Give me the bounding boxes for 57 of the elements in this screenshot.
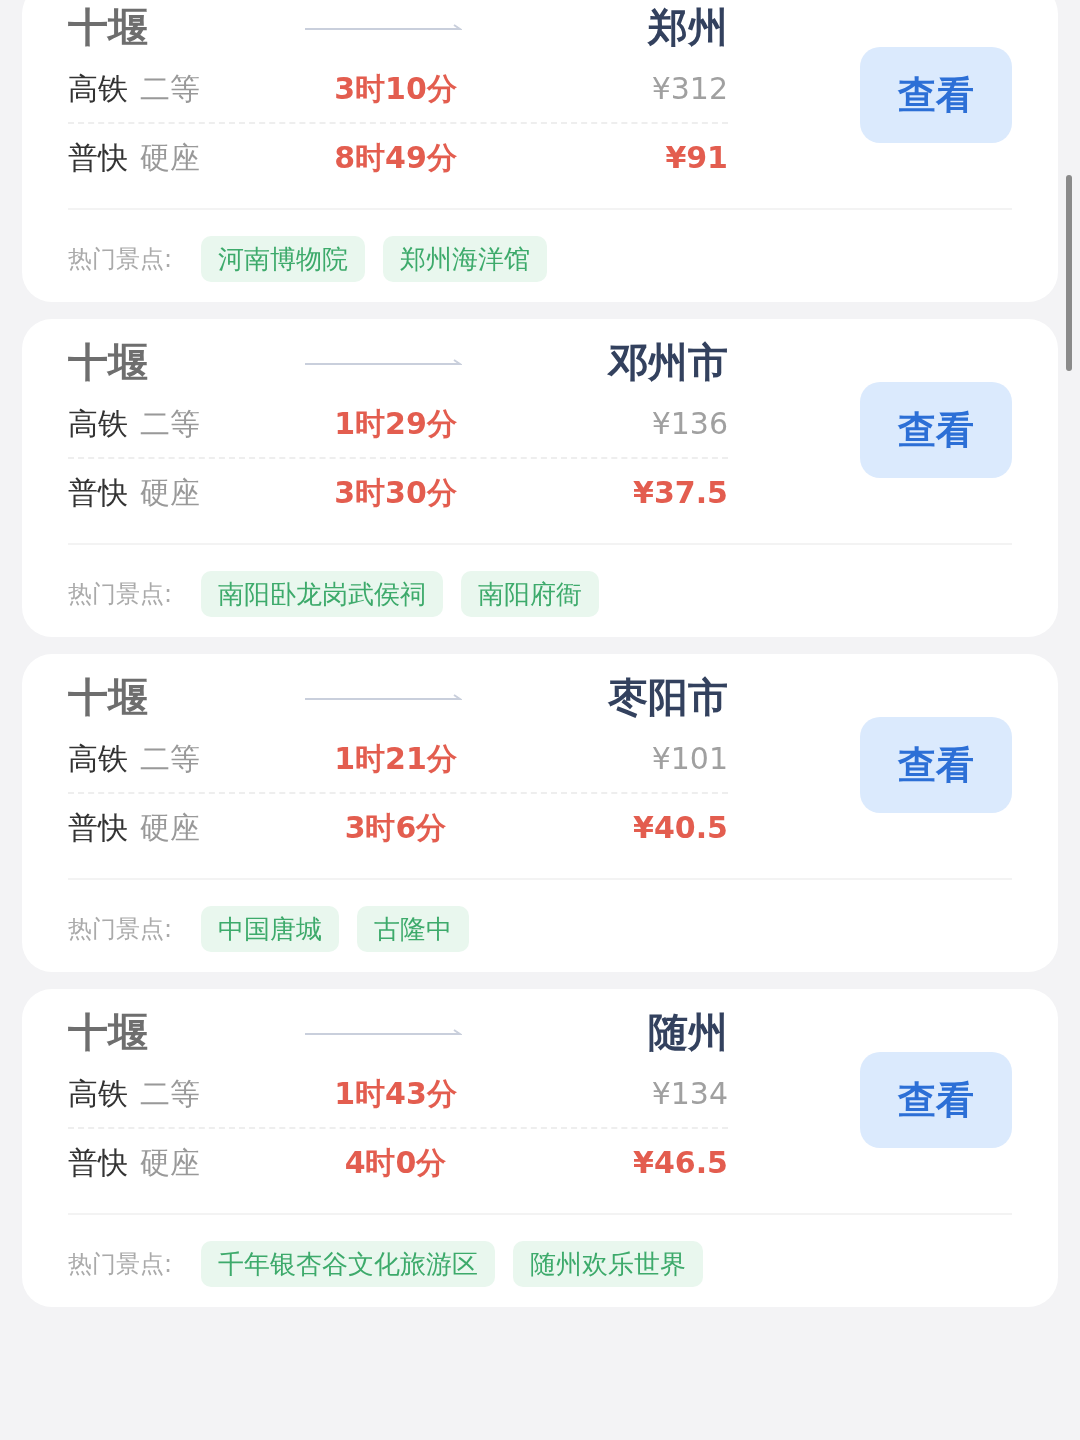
train-type: 高铁 — [68, 1079, 128, 1109]
train-type: 普快 — [68, 478, 128, 508]
travel-duration: 3时30分 — [334, 478, 457, 508]
attraction-tag[interactable]: 随州欢乐世界 — [513, 1241, 703, 1287]
view-button[interactable]: 查看 — [860, 382, 1012, 478]
destination-city: 邓州市 — [606, 342, 728, 382]
train-type: 普快 — [68, 813, 128, 843]
view-button[interactable]: 查看 — [860, 1052, 1012, 1148]
seat-class: 二等 — [140, 1079, 200, 1109]
attraction-tag[interactable]: 南阳卧龙岗武侯祠 — [201, 571, 443, 617]
seat-class: 硬座 — [140, 1148, 200, 1178]
origin-city: 十堰 — [68, 677, 149, 717]
view-button[interactable]: 查看 — [860, 47, 1012, 143]
seat-class: 硬座 — [140, 478, 200, 508]
seat-class: 二等 — [140, 409, 200, 439]
attraction-tag[interactable]: 古隆中 — [357, 906, 469, 952]
destination-city: 随州 — [647, 1012, 728, 1052]
travel-duration: 3时6分 — [344, 813, 447, 843]
spots-label: 热门景点: — [68, 914, 174, 945]
train-type: 高铁 — [68, 744, 128, 774]
travel-duration: 1时43分 — [334, 1079, 457, 1109]
attraction-tag[interactable]: 千年银杏谷文化旅游区 — [201, 1241, 495, 1287]
seat-class: 二等 — [140, 744, 200, 774]
destination-city: 枣阳市 — [607, 677, 728, 717]
travel-duration: 1时21分 — [334, 744, 457, 774]
attraction-tag[interactable]: 中国唐城 — [201, 906, 339, 952]
scrollbar[interactable] — [1066, 175, 1072, 371]
travel-duration: 4时0分 — [344, 1148, 447, 1178]
origin-city: 十堰 — [68, 7, 149, 47]
origin-city: 十堰 — [68, 342, 149, 382]
seat-class: 硬座 — [140, 143, 200, 173]
ticket-price: ¥91 — [665, 143, 728, 173]
train-type: 普快 — [68, 143, 128, 173]
attraction-tag[interactable]: 河南博物院 — [201, 236, 365, 282]
ticket-price: ¥134 — [651, 1079, 728, 1109]
spots-label: 热门景点: — [68, 1249, 174, 1280]
ticket-price: ¥40.5 — [633, 813, 728, 843]
seat-class: 硬座 — [140, 813, 200, 843]
ticket-price: ¥312 — [651, 74, 728, 104]
attraction-tag[interactable]: 南阳府衙 — [461, 571, 599, 617]
ticket-price: ¥136 — [651, 409, 728, 439]
seat-class: 二等 — [140, 74, 200, 104]
ticket-price: ¥37.5 — [633, 478, 728, 508]
train-type: 普快 — [68, 1148, 128, 1178]
travel-duration: 3时10分 — [334, 74, 457, 104]
destination-city: 郑州 — [646, 7, 728, 47]
view-button[interactable]: 查看 — [860, 717, 1012, 813]
train-type: 高铁 — [68, 74, 128, 104]
ticket-price: ¥46.5 — [633, 1148, 728, 1178]
travel-duration: 1时29分 — [334, 409, 457, 439]
spots-label: 热门景点: — [68, 244, 174, 275]
ticket-price: ¥101 — [651, 744, 728, 774]
spots-label: 热门景点: — [68, 579, 174, 610]
origin-city: 十堰 — [68, 1012, 149, 1052]
train-type: 高铁 — [68, 409, 128, 439]
travel-duration: 8时49分 — [334, 143, 457, 173]
attraction-tag[interactable]: 郑州海洋馆 — [383, 236, 547, 282]
